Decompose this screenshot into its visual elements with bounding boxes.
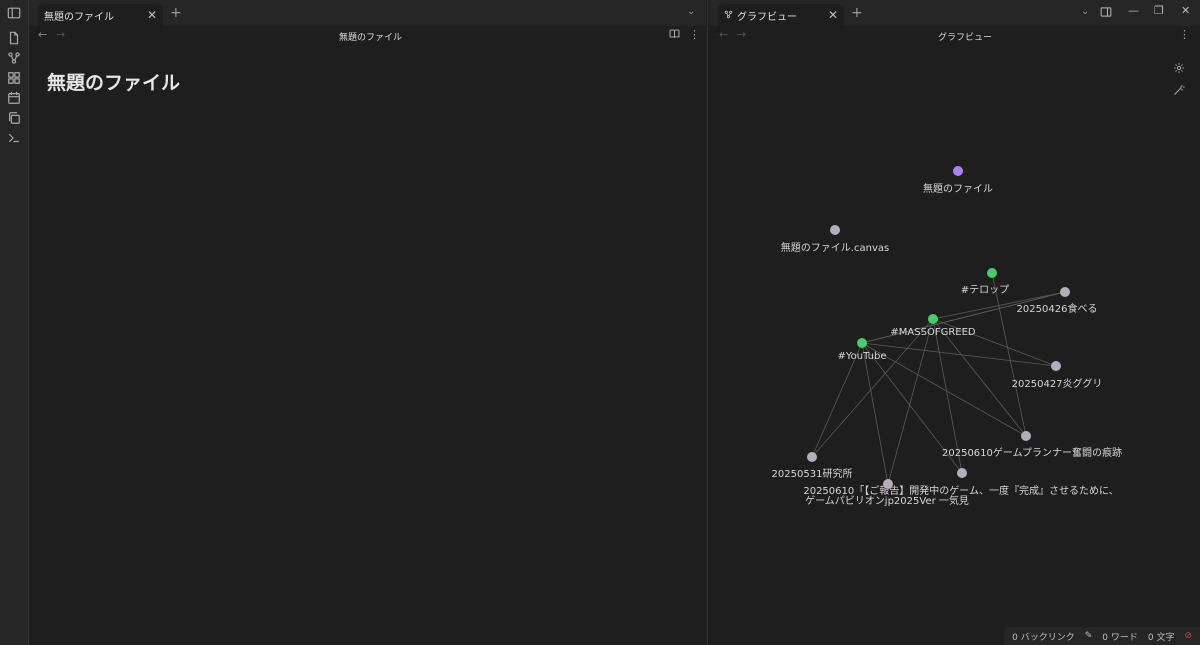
- chevron-down-icon[interactable]: ⌄: [1081, 6, 1089, 17]
- graph-node-label: 無題のファイル: [923, 184, 993, 195]
- graph-node[interactable]: [830, 225, 840, 235]
- back-arrow-icon[interactable]: ←: [719, 28, 728, 41]
- left-ribbon: [0, 0, 29, 645]
- tab-untitled-file[interactable]: 無題のファイル ✕: [38, 4, 163, 26]
- graph-node[interactable]: [987, 268, 997, 278]
- graph-node[interactable]: [953, 166, 963, 176]
- plus-icon[interactable]: +: [851, 5, 863, 21]
- graph-edge: [887, 318, 934, 485]
- close-icon[interactable]: ✕: [1181, 4, 1190, 17]
- edit-icon[interactable]: ✎: [1085, 631, 1093, 641]
- graph-node-label: 無題のファイル.canvas: [780, 243, 890, 254]
- pane-divider[interactable]: [707, 0, 708, 645]
- calendar-icon[interactable]: [6, 90, 22, 106]
- minimize-icon[interactable]: —: [1128, 4, 1139, 17]
- graph-node-label: ゲームパビリオンjp2025Ver 一気見: [805, 496, 969, 507]
- blocks-icon[interactable]: [6, 70, 22, 86]
- graph-node[interactable]: [1021, 431, 1031, 441]
- note-title-breadcrumb[interactable]: 無題のファイル: [339, 30, 402, 43]
- split-layout-icon[interactable]: [1100, 6, 1112, 21]
- graph-node-label: 20250426食べる: [1016, 304, 1098, 315]
- forward-arrow-icon[interactable]: →: [56, 28, 65, 41]
- graph-node[interactable]: [957, 468, 967, 478]
- graph-node[interactable]: [807, 452, 817, 462]
- char-count: 0 文字: [1147, 632, 1175, 643]
- copy-icon[interactable]: [6, 110, 22, 126]
- back-arrow-icon[interactable]: ←: [38, 28, 47, 41]
- graph-edge: [861, 342, 1027, 437]
- right-nav-bar: ← → グラフビュー ⋮: [709, 26, 1200, 46]
- graph-node[interactable]: [857, 338, 867, 348]
- graph-canvas[interactable]: 無題のファイル無題のファイル.canvas #テロップ 20250426食べる #MA…: [709, 46, 1200, 626]
- word-count: 0 ワード: [1102, 632, 1138, 643]
- graph-edge: [861, 342, 889, 485]
- right-tab-bar: グラフビュー ✕ + ⌄ — ❐ ✕: [709, 0, 1200, 26]
- graph-icon: [724, 8, 733, 22]
- graph-node[interactable]: [1051, 361, 1061, 371]
- backlinks-count[interactable]: 0 バックリンク: [1012, 630, 1075, 643]
- left-tab-bar: 無題のファイル ✕ + ⌄: [29, 0, 706, 26]
- graph-node-label: #テロップ: [960, 285, 1010, 296]
- graph-view-title: グラフビュー: [938, 33, 993, 43]
- close-icon[interactable]: ✕: [147, 8, 157, 22]
- book-icon[interactable]: [669, 28, 680, 42]
- graph-node-label: 20250610ゲームプランナー奮闘の痕跡: [942, 448, 1122, 459]
- graph-node-label: 20250531研究所: [771, 469, 853, 480]
- graph-icon[interactable]: [6, 50, 22, 66]
- sidebar-toggle-icon[interactable]: [6, 5, 22, 21]
- sync-off-icon[interactable]: ⊘: [1184, 631, 1192, 641]
- graph-edge: [991, 272, 1027, 437]
- terminal-icon[interactable]: [6, 130, 22, 146]
- document-title[interactable]: 無題のファイル: [47, 68, 180, 95]
- tab-graph-view[interactable]: グラフビュー ✕: [718, 4, 844, 26]
- graph-edge: [811, 318, 934, 458]
- more-icon[interactable]: ⋮: [1179, 28, 1190, 41]
- left-nav-bar: ← → 無題のファイル ⋮: [29, 26, 706, 46]
- more-icon[interactable]: ⋮: [689, 28, 700, 41]
- tab-label: 無題のファイル: [44, 11, 114, 23]
- graph-node[interactable]: [1060, 287, 1070, 297]
- chevron-down-icon[interactable]: ⌄: [687, 6, 695, 17]
- close-icon[interactable]: ✕: [828, 8, 838, 22]
- restore-icon[interactable]: ❐: [1154, 4, 1164, 17]
- tab-label: グラフビュー: [737, 11, 797, 23]
- graph-node-label: #MASSOFGREED: [890, 327, 976, 338]
- forward-arrow-icon[interactable]: →: [737, 28, 746, 41]
- files-icon[interactable]: [6, 30, 22, 46]
- plus-icon[interactable]: +: [170, 5, 182, 21]
- graph-node[interactable]: [928, 314, 938, 324]
- graph-node-label: 20250427炎ググリ: [1011, 379, 1103, 390]
- status-bar: 0 バックリンク ✎ 0 ワード 0 文字 ⊘: [1004, 627, 1200, 645]
- graph-node-label: #YouTube: [837, 351, 887, 362]
- graph-node[interactable]: [883, 479, 893, 489]
